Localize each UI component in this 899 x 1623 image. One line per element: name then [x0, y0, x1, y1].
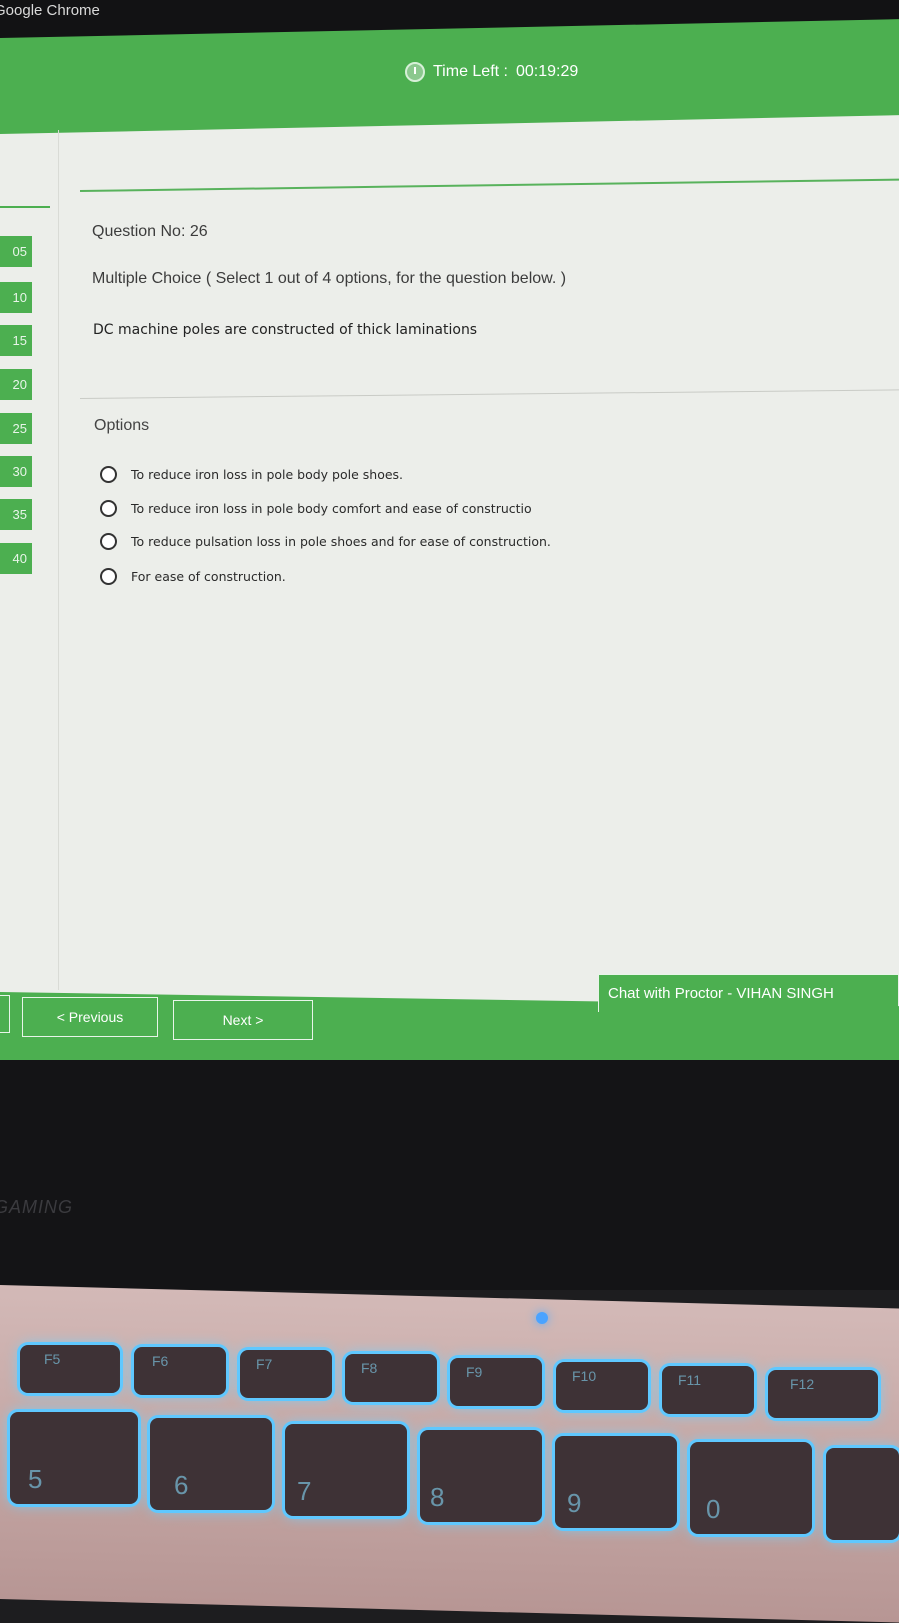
option-label: To reduce pulsation loss in pole shoes a…	[131, 534, 551, 549]
question-nav-item[interactable]: 35	[0, 499, 32, 530]
number-key: 0	[690, 1442, 812, 1534]
number-key	[826, 1448, 899, 1540]
number-key: 6	[150, 1418, 272, 1510]
function-key: F7	[240, 1350, 332, 1398]
power-indicator	[536, 1312, 548, 1324]
question-nav-item[interactable]: 20	[0, 369, 32, 400]
number-key: 7	[285, 1424, 407, 1516]
laptop-bezel	[0, 1060, 899, 1290]
content-divider	[58, 130, 59, 990]
question-type: Multiple Choice ( Select 1 out of 4 opti…	[92, 270, 567, 287]
timer: Time Left : 00:19:29	[405, 62, 578, 82]
option-2[interactable]: To reduce iron loss in pole body comfort…	[100, 500, 532, 517]
question-text: DC machine poles are constructed of thic…	[93, 322, 478, 338]
question-nav-item[interactable]: 05	[0, 236, 32, 267]
option-radio[interactable]	[100, 500, 117, 517]
options-divider	[80, 389, 899, 399]
function-key: F11	[662, 1366, 754, 1414]
previous-button[interactable]: < Previous	[22, 997, 158, 1037]
question-nav-item[interactable]: 25	[0, 413, 32, 444]
question-top-rule	[80, 178, 899, 192]
option-4[interactable]: For ease of construction.	[100, 568, 286, 585]
function-key: F6	[134, 1347, 226, 1395]
timer-label: Time Left :	[433, 63, 508, 80]
number-key: 5	[10, 1412, 138, 1504]
option-radio[interactable]	[100, 568, 117, 585]
option-label: To reduce iron loss in pole body comfort…	[131, 501, 532, 516]
function-key: F10	[556, 1362, 648, 1410]
number-key: 9	[555, 1436, 677, 1528]
question-nav-item[interactable]: 30	[0, 456, 32, 487]
footer-left-button[interactable]	[0, 995, 10, 1033]
function-key: F8	[345, 1354, 437, 1402]
number-key: 8	[420, 1430, 542, 1522]
question-number: Question No: 26	[92, 223, 208, 240]
option-radio[interactable]	[100, 466, 117, 483]
exam-window: Google Chrome Time Left : 00:19:29 05 10…	[0, 0, 899, 1090]
question-nav-item[interactable]: 10	[0, 282, 32, 313]
function-key: F9	[450, 1358, 542, 1406]
next-button[interactable]: Next >	[173, 1000, 313, 1040]
question-nav-item[interactable]: 15	[0, 325, 32, 356]
function-key: F12	[768, 1370, 878, 1418]
option-label: To reduce iron loss in pole body pole sh…	[131, 467, 404, 482]
option-3[interactable]: To reduce pulsation loss in pole shoes a…	[100, 533, 551, 550]
options-heading: Options	[94, 417, 150, 434]
function-key: F5	[20, 1345, 120, 1393]
laptop-brand-label: GAMING	[0, 1197, 74, 1217]
clock-icon	[405, 62, 425, 82]
sidebar-divider	[0, 206, 50, 208]
question-nav-item[interactable]: 40	[0, 543, 32, 574]
chat-with-proctor-button[interactable]: Chat with Proctor - VIHAN SINGH	[598, 974, 898, 1012]
option-label: For ease of construction.	[131, 569, 286, 584]
timer-value: 00:19:29	[515, 63, 579, 80]
option-radio[interactable]	[100, 533, 117, 550]
option-1[interactable]: To reduce iron loss in pole body pole sh…	[100, 466, 403, 483]
app-title: Google Chrome	[0, 2, 100, 19]
